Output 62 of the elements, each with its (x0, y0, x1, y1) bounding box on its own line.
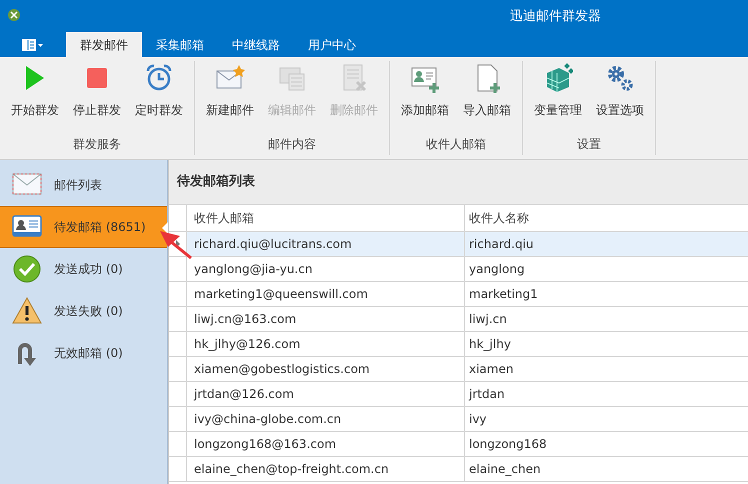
gears-icon (605, 63, 635, 93)
panel-title: 待发邮箱列表 (177, 173, 255, 192)
ribbon-tab[interactable]: 采集邮箱 (142, 32, 218, 57)
table-row[interactable]: xiamen@gobestlogistics.com xiamen (169, 357, 748, 382)
ribbon-group-label: 收件人邮箱 (426, 136, 486, 153)
panel-icon (22, 38, 44, 50)
ribbon-button[interactable]: 添加邮箱 (394, 61, 456, 135)
table-row[interactable]: ivy@china-globe.com.cn ivy (169, 407, 748, 432)
table-cell: richard.qiu@lucitrans.com (187, 232, 465, 256)
column-header[interactable]: 收件人名称 (465, 205, 748, 231)
table-cell-text: jrtdan (468, 386, 506, 403)
ribbon-group-label: 设置 (577, 136, 601, 153)
table-cell: liwj.cn@163.com (187, 307, 465, 331)
table-cell: longzong168@163.com (187, 432, 465, 456)
table-cell-text: ivy (468, 411, 488, 428)
table-cell: ivy@china-globe.com.cn (187, 407, 465, 431)
table-cell: elaine_chen@top-freight.com.cn (187, 457, 465, 481)
ribbon-button[interactable]: 导入邮箱 (456, 61, 518, 135)
table-cell-text: richard.qiu (468, 236, 535, 253)
table-cell-text: xiamen (468, 361, 514, 378)
table-row[interactable]: yanglong@jia-yu.cn yanglong (169, 257, 748, 282)
table-cell: hk_jlhy@126.com (187, 332, 465, 356)
table-row[interactable]: richard.qiu@lucitrans.com richard.qiu (169, 232, 748, 257)
table-cell-text: hk_jlhy (468, 336, 512, 353)
window-title: 迅迪邮件群发器 (510, 8, 601, 26)
ribbon-button[interactable]: 开始群发 (4, 61, 66, 135)
table-cell: jrtdan@126.com (187, 382, 465, 406)
table-row[interactable]: marketing1@queenswill.com marketing1 (169, 282, 748, 307)
table-row[interactable]: hk_jlhy@126.com hk_jlhy (169, 332, 748, 357)
table-row[interactable]: jrtdan@126.com jrtdan (169, 382, 748, 407)
table-cell-text: marketing1 (468, 286, 539, 303)
table-cell-text: longzong168 (468, 436, 548, 453)
warning-icon (12, 296, 42, 326)
ribbon-tab[interactable]: 用户中心 (294, 32, 370, 57)
sidebar-item[interactable]: 无效邮箱 (0) (0, 332, 167, 374)
table-cell: xiamen@gobestlogistics.com (187, 357, 465, 381)
ribbon-button[interactable]: 新建邮件 (199, 61, 261, 135)
ribbon-tab[interactable]: 中继线路 (218, 32, 294, 57)
check-circle-icon (12, 254, 42, 284)
ribbon-button[interactable]: 定时群发 (128, 61, 190, 135)
ribbon-group-label: 群发服务 (73, 136, 121, 153)
sidebar-item[interactable]: 待发邮箱 (8651) (0, 206, 167, 248)
ribbon-button[interactable]: 变量管理 (527, 61, 589, 135)
table-row[interactable]: longzong168@163.com longzong168 (169, 432, 748, 457)
table-cell: yanglong@jia-yu.cn (187, 257, 465, 281)
app-logo-icon (7, 8, 21, 22)
annotation-arrow (158, 229, 192, 259)
table-cell-text: elaine_chen (468, 461, 542, 478)
sidebar-item[interactable]: 邮件列表 (0, 164, 167, 206)
ribbon-button[interactable]: 设置选项 (589, 61, 651, 135)
table-cell-text: liwj.cn (468, 311, 508, 328)
sidebar-item[interactable]: 发送成功 (0) (0, 248, 167, 290)
alarm-clock-icon (144, 63, 174, 93)
column-header[interactable]: 收件人邮箱 (187, 205, 465, 231)
table-row[interactable]: liwj.cn@163.com liwj.cn (169, 307, 748, 332)
ribbon-group-label: 邮件内容 (268, 136, 316, 153)
table-cell: marketing1@queenswill.com (187, 282, 465, 306)
table-cell-text: yanglong (468, 261, 526, 278)
sidebar-item[interactable]: 发送失败 (0) (0, 290, 167, 332)
ribbon-button[interactable]: 停止群发 (66, 61, 128, 135)
ribbon-tab[interactable]: 群发邮件 (66, 32, 142, 57)
table-row[interactable]: elaine_chen@top-freight.com.cn elaine_chen (169, 457, 748, 482)
